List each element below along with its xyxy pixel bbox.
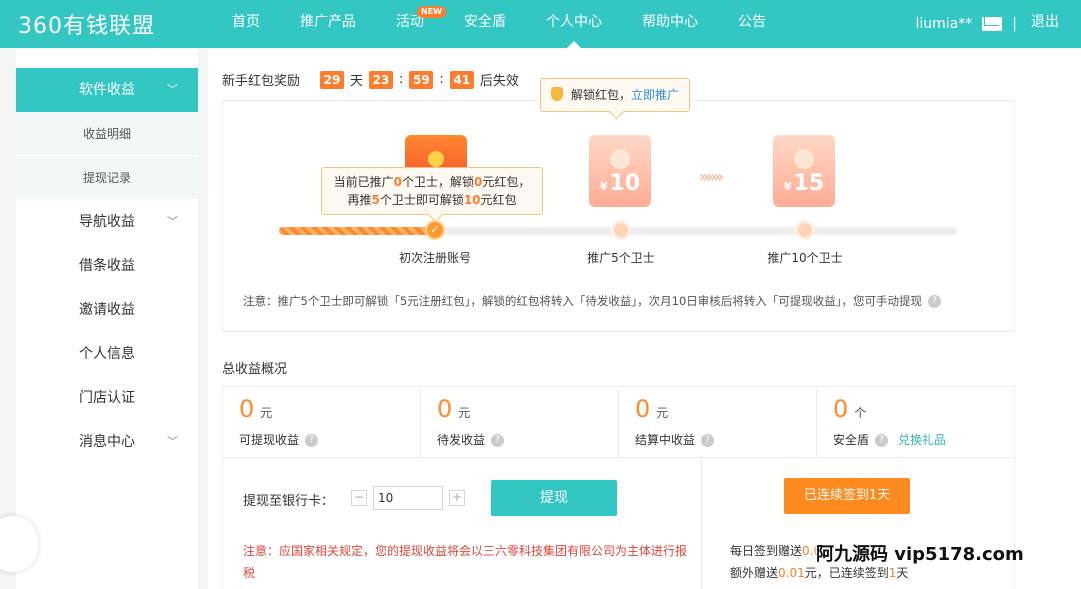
milestone-label: 推广10个卫士 [767, 251, 843, 265]
envelope-seal-icon [428, 151, 444, 167]
nav-security-shield[interactable]: 安全盾 [444, 0, 526, 48]
countdown-sep: : [439, 72, 444, 87]
help-icon[interactable]: ? [928, 295, 942, 308]
user-area: liumia** | [916, 0, 1017, 48]
sidebar-item-label: 消息中心 [79, 434, 135, 450]
promote-now-link[interactable]: 立即推广 [631, 88, 679, 102]
milestone-label: 推广5个卫士 [587, 251, 655, 265]
floating-widget[interactable] [0, 516, 38, 572]
nav-home[interactable]: 首页 [212, 0, 280, 48]
stat-value: 0 [833, 395, 849, 423]
newbie-reward-header: 新手红包奖励 29 天 23 : 59 : 41 后失效 [222, 70, 519, 89]
sidebar-item-messages[interactable]: 消息中心 ﹀ [16, 420, 198, 464]
stat-value: 0 [635, 395, 651, 423]
milestone-label: 初次注册账号 [398, 251, 471, 265]
chevron-down-icon: ﹀ [167, 215, 178, 228]
sidebar-sub-earnings-detail[interactable]: 收益明细 [16, 112, 198, 156]
countdown-days-label: 天 [350, 74, 364, 89]
sidebar: 软件收益 ﹀ 收益明细 提现记录 导航收益 ﹀ 借条收益 邀请收益 个人信息 门… [0, 48, 198, 589]
chevron-down-icon: ﹀ [167, 435, 178, 448]
main-content: 新手红包奖励 29 天 23 : 59 : 41 后失效 ¥10 »»» ¥15… [208, 48, 1081, 589]
countdown-seconds: 41 [449, 70, 474, 89]
watermark: 阿九源码 vip5178.com [816, 544, 1024, 565]
brand-logo[interactable]: 360有钱联盟 [18, 8, 155, 40]
stat-label: 待发收益 [437, 433, 486, 447]
amount-stepper: − 10 + [351, 486, 465, 510]
red-envelope-10: ¥10 [589, 135, 651, 207]
sidebar-item-software-earnings[interactable]: 软件收益 ﹀ [16, 68, 198, 112]
stat-settling: 0元 结算中收益? [619, 387, 817, 457]
new-badge: NEW [417, 6, 446, 18]
withdraw-button[interactable]: 提现 [491, 480, 617, 516]
stat-pending: 0元 待发收益? [421, 387, 619, 457]
envelope-amount: ¥15 [783, 171, 825, 196]
help-icon[interactable]: ? [305, 434, 319, 447]
logout-link[interactable]: 退出 [1031, 0, 1059, 44]
stat-label: 安全盾 [833, 433, 870, 447]
reward-note: 注意：推广5个卫士即可解锁「5元注册红包」，解锁的红包将转入「待发收益」，次月1… [243, 293, 942, 309]
stat-withdrawable: 0元 可提现收益? [223, 387, 421, 457]
header-separator: | [1012, 16, 1017, 32]
main-nav: 首页 推广产品 活动 NEW 安全盾 个人中心 帮助中心 公告 [212, 0, 786, 48]
milestone-node [611, 220, 631, 240]
progress-tooltip: 当前已推广0个卫士，解锁0元红包， 再推5个卫士即可解锁10元红包 [321, 167, 543, 215]
milestone-node [795, 220, 815, 240]
withdraw-label: 提现至银行卡： [243, 494, 335, 509]
countdown-sep: : [399, 72, 404, 87]
signin-daily-reward: 每日签到赠送0.0 [730, 544, 822, 558]
tax-notice: 注意：应国家相关规定，您的提现收益将会以三六零科技集团有限公司为主体进行报税 [243, 544, 688, 580]
withdraw-amount-input[interactable]: 10 [373, 486, 443, 510]
help-icon[interactable]: ? [875, 434, 889, 447]
countdown-suffix: 后失效 [479, 74, 519, 89]
countdown-minutes: 59 [409, 70, 434, 89]
increment-button[interactable]: + [449, 490, 465, 506]
sidebar-item-invite-earnings[interactable]: 邀请收益 [16, 288, 198, 332]
signin-panel: 已连续签到1天 每日签到赠送0.0 额外赠送0.01元，已连续签到1天 [702, 458, 1015, 589]
countdown-days: 29 [320, 70, 345, 89]
signin-extra-reward: 额外赠送0.01元，已连续签到1天 [730, 566, 909, 580]
sidebar-item-label: 导航收益 [79, 214, 135, 230]
mail-icon[interactable] [982, 17, 1003, 31]
help-icon[interactable]: ? [491, 434, 505, 447]
nav-personal-center[interactable]: 个人中心 [526, 0, 622, 48]
sidebar-item-store-verify[interactable]: 门店认证 [16, 376, 198, 420]
sidebar-item-nav-earnings[interactable]: 导航收益 ﹀ [16, 200, 198, 244]
chevron-down-icon: ﹀ [167, 83, 178, 96]
stat-label: 结算中收益 [635, 433, 696, 447]
nav-activities[interactable]: 活动 NEW [376, 0, 446, 48]
envelope-seal-icon [794, 149, 814, 169]
stat-label: 可提现收益 [239, 433, 300, 447]
triple-arrow-icon: »»» [699, 167, 724, 186]
red-envelope-15: ¥15 [773, 135, 835, 207]
unlock-tooltip: 解锁红包，立即推广 [540, 78, 690, 112]
countdown-hours: 23 [369, 70, 394, 89]
envelope-amount: ¥10 [599, 171, 641, 196]
help-icon[interactable]: ? [701, 434, 715, 447]
stat-value: 0 [437, 395, 453, 423]
nav-help[interactable]: 帮助中心 [622, 0, 718, 48]
redeem-gift-link[interactable]: 兑换礼品 [898, 433, 946, 447]
red-packet-progress-box: ¥10 »»» ¥15 当前已推广0个卫士，解锁0元红包， 再推5个卫士即可解锁… [222, 100, 1015, 332]
signin-button[interactable]: 已连续签到1天 [784, 478, 910, 514]
pointing-hand-icon [551, 87, 563, 101]
sidebar-item-loan-earnings[interactable]: 借条收益 [16, 244, 198, 288]
envelope-seal-icon [610, 149, 630, 169]
sidebar-item-label: 软件收益 [79, 82, 135, 98]
nav-announcements[interactable]: 公告 [718, 0, 786, 48]
progress-fill [279, 227, 435, 235]
sidebar-sub-withdraw-records[interactable]: 提现记录 [16, 156, 198, 200]
decrement-button[interactable]: − [351, 490, 367, 506]
stat-security-shield: 0个 安全盾? 兑换礼品 [833, 395, 947, 447]
top-header: 360有钱联盟 首页 推广产品 活动 NEW 安全盾 个人中心 帮助中心 公告 … [0, 0, 1081, 48]
sidebar-item-profile[interactable]: 个人信息 [16, 332, 198, 376]
newbie-title: 新手红包奖励 [222, 74, 301, 89]
earnings-stats: 0元 可提现收益? 0元 待发收益? 0元 结算中收益? 0个 安全盾? 兑换礼品 [222, 386, 1015, 458]
stat-value: 0 [239, 395, 255, 423]
overview-title: 总收益概况 [222, 362, 288, 377]
withdraw-panel: 提现至银行卡： − 10 + 提现 注意：应国家相关规定，您的提现收益将会以三六… [222, 458, 702, 589]
check-icon: ✓ [425, 220, 445, 240]
nav-products[interactable]: 推广产品 [280, 0, 376, 48]
username[interactable]: liumia** [916, 2, 973, 46]
